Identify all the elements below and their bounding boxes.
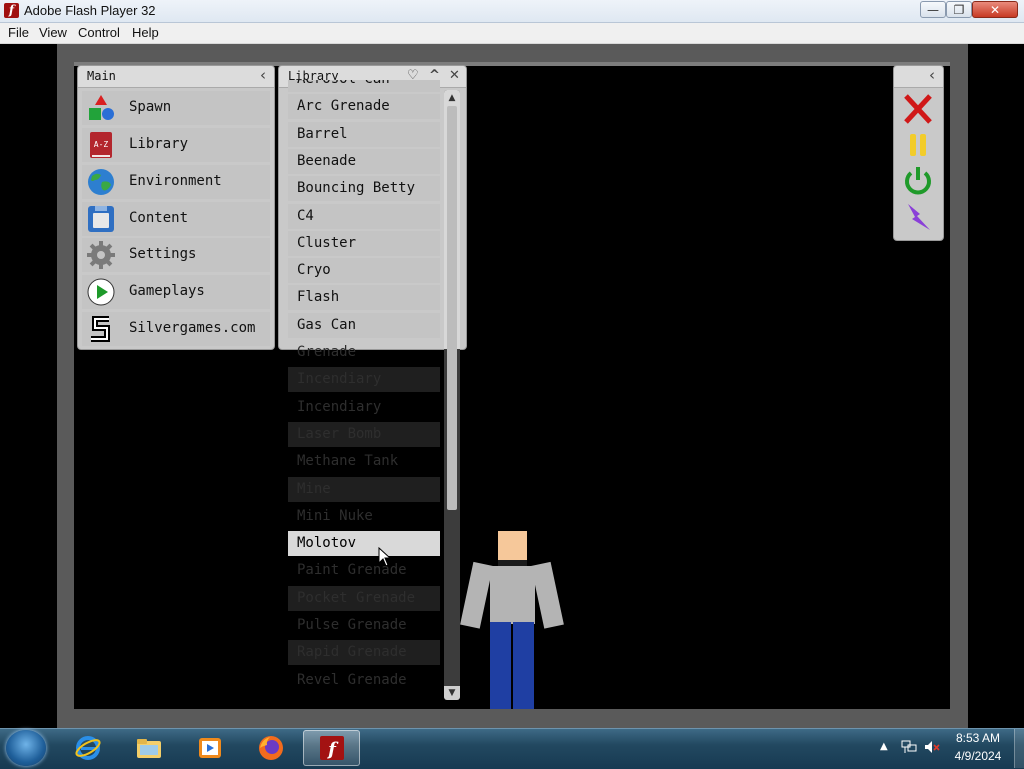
show-hidden-icons-arrow-icon[interactable]: ▲ [880,741,888,752]
menu-file[interactable]: File [8,25,29,40]
library-item[interactable]: Laser Bomb [288,422,440,447]
library-item[interactable]: Barrel [288,122,440,147]
library-item[interactable]: Cluster [288,231,440,256]
ragdoll-left-leg[interactable] [490,622,511,709]
show-desktop-button[interactable] [1014,729,1024,768]
flash-player-icon: f [4,3,19,18]
power-icon[interactable] [900,164,936,198]
floppy-disk-icon [88,206,114,232]
library-item[interactable]: Arc Grenade [288,94,440,119]
main-item-label: Silvergames.com [129,320,256,336]
taskbar-app-media[interactable] [181,730,238,766]
ragdoll-torso[interactable] [490,566,535,624]
tool-panel: ‹ [894,66,943,240]
library-list[interactable]: Aerosol Can Arc Grenade BarrelBeenadeBounc… [288,80,440,710]
main-panel: Main ‹ Spawn A-Z Library Environment Con… [78,66,274,349]
library-item[interactable]: Aerosol Can [288,80,440,92]
svg-text:A-Z: A-Z [94,140,109,149]
taskbar-app-ie[interactable] [59,730,116,766]
library-item[interactable]: Bouncing Betty [288,176,440,201]
volume-muted-icon[interactable] [924,740,940,754]
main-item-label: Settings [129,246,197,262]
ragdoll-head[interactable] [498,531,527,560]
silvergames-s-icon [91,316,110,342]
internet-explorer-icon [75,736,101,760]
main-item-environment[interactable]: Environment [82,165,270,199]
main-item-label: Library [129,136,189,152]
gear-icon [87,241,115,269]
taskbar-app-flash[interactable]: f [303,730,360,766]
mouse-cursor-icon [378,547,392,567]
menu-bar: File View Control Help [0,23,1024,44]
tool-panel-header: ‹ [894,66,943,88]
main-item-settings[interactable]: Settings [82,238,270,272]
library-item[interactable]: Paint Grenade [288,558,440,583]
main-item-label: Environment [129,173,222,189]
close-window-button[interactable]: ✕ [972,1,1018,18]
flash-player-icon: f [320,736,344,760]
a-z-book-icon: A-Z [90,132,112,158]
collapse-chevron-icon[interactable]: ‹ [260,66,266,84]
media-player-icon [199,738,221,758]
minimize-button[interactable]: — [920,1,946,18]
collapse-chevron-icon[interactable]: ‹ [929,66,935,84]
main-item-label: Spawn [129,99,172,115]
library-item[interactable]: Flash [288,285,440,310]
pause-icon[interactable] [900,128,936,162]
library-item[interactable]: Gas Can [288,313,440,338]
library-item[interactable]: Methane Tank [288,449,440,474]
scroll-up-arrow-icon[interactable]: ▲ [444,91,460,105]
library-item[interactable]: Cryo [288,258,440,283]
library-item[interactable]: Pulse Grenade [288,613,440,638]
library-item[interactable]: Revel Grenade [288,668,440,693]
menu-view[interactable]: View [39,25,67,40]
taskbar-app-firefox[interactable] [242,730,299,766]
main-panel-header: Main ‹ [78,66,274,88]
main-panel-title: Main [87,69,116,83]
main-item-gameplays[interactable]: Gameplays [82,275,270,309]
network-icon[interactable] [901,740,917,754]
main-item-silvergames[interactable]: Silvergames.com [82,312,270,346]
library-item[interactable]: Mine [288,477,440,502]
start-button[interactable] [6,730,46,766]
library-item[interactable]: Molotov [288,531,440,556]
taskbar-app-explorer[interactable] [120,730,177,766]
clock-date[interactable]: 4/9/2024 [950,749,1006,763]
lightning-icon[interactable] [900,200,936,234]
window-title: Adobe Flash Player 32 [24,3,156,18]
clock-time[interactable]: 8:53 AM [953,731,1003,745]
library-item[interactable]: C4 [288,204,440,229]
main-item-content[interactable]: Content [82,202,270,236]
scroll-down-arrow-icon[interactable]: ▼ [444,686,460,700]
library-item[interactable]: Pocket Grenade [288,586,440,611]
library-item[interactable]: Mini Nuke [288,504,440,529]
firefox-icon [259,736,283,760]
ragdoll-right-leg[interactable] [513,622,534,709]
close-x-icon[interactable] [900,92,936,126]
library-scrollbar-thumb[interactable] [447,106,457,510]
menu-control[interactable]: Control [78,25,120,40]
file-explorer-icon [137,739,161,758]
library-item[interactable]: Incendiary [288,395,440,420]
library-item[interactable]: Incendiary [288,367,440,392]
maximize-button[interactable]: ❐ [946,1,972,18]
play-icon [87,278,115,306]
main-item-library[interactable]: A-Z Library [82,128,270,162]
shapes-icon [89,95,114,120]
globe-icon [88,169,114,195]
menu-help[interactable]: Help [132,25,159,40]
library-item[interactable]: Beenade [288,149,440,174]
main-item-label: Gameplays [129,283,205,299]
close-library-icon[interactable]: ✕ [449,68,460,83]
main-item-label: Content [129,210,189,226]
library-item[interactable]: Rapid Grenade [288,640,440,665]
main-item-spawn[interactable]: Spawn [82,91,270,125]
library-item[interactable]: Grenade [288,340,440,365]
